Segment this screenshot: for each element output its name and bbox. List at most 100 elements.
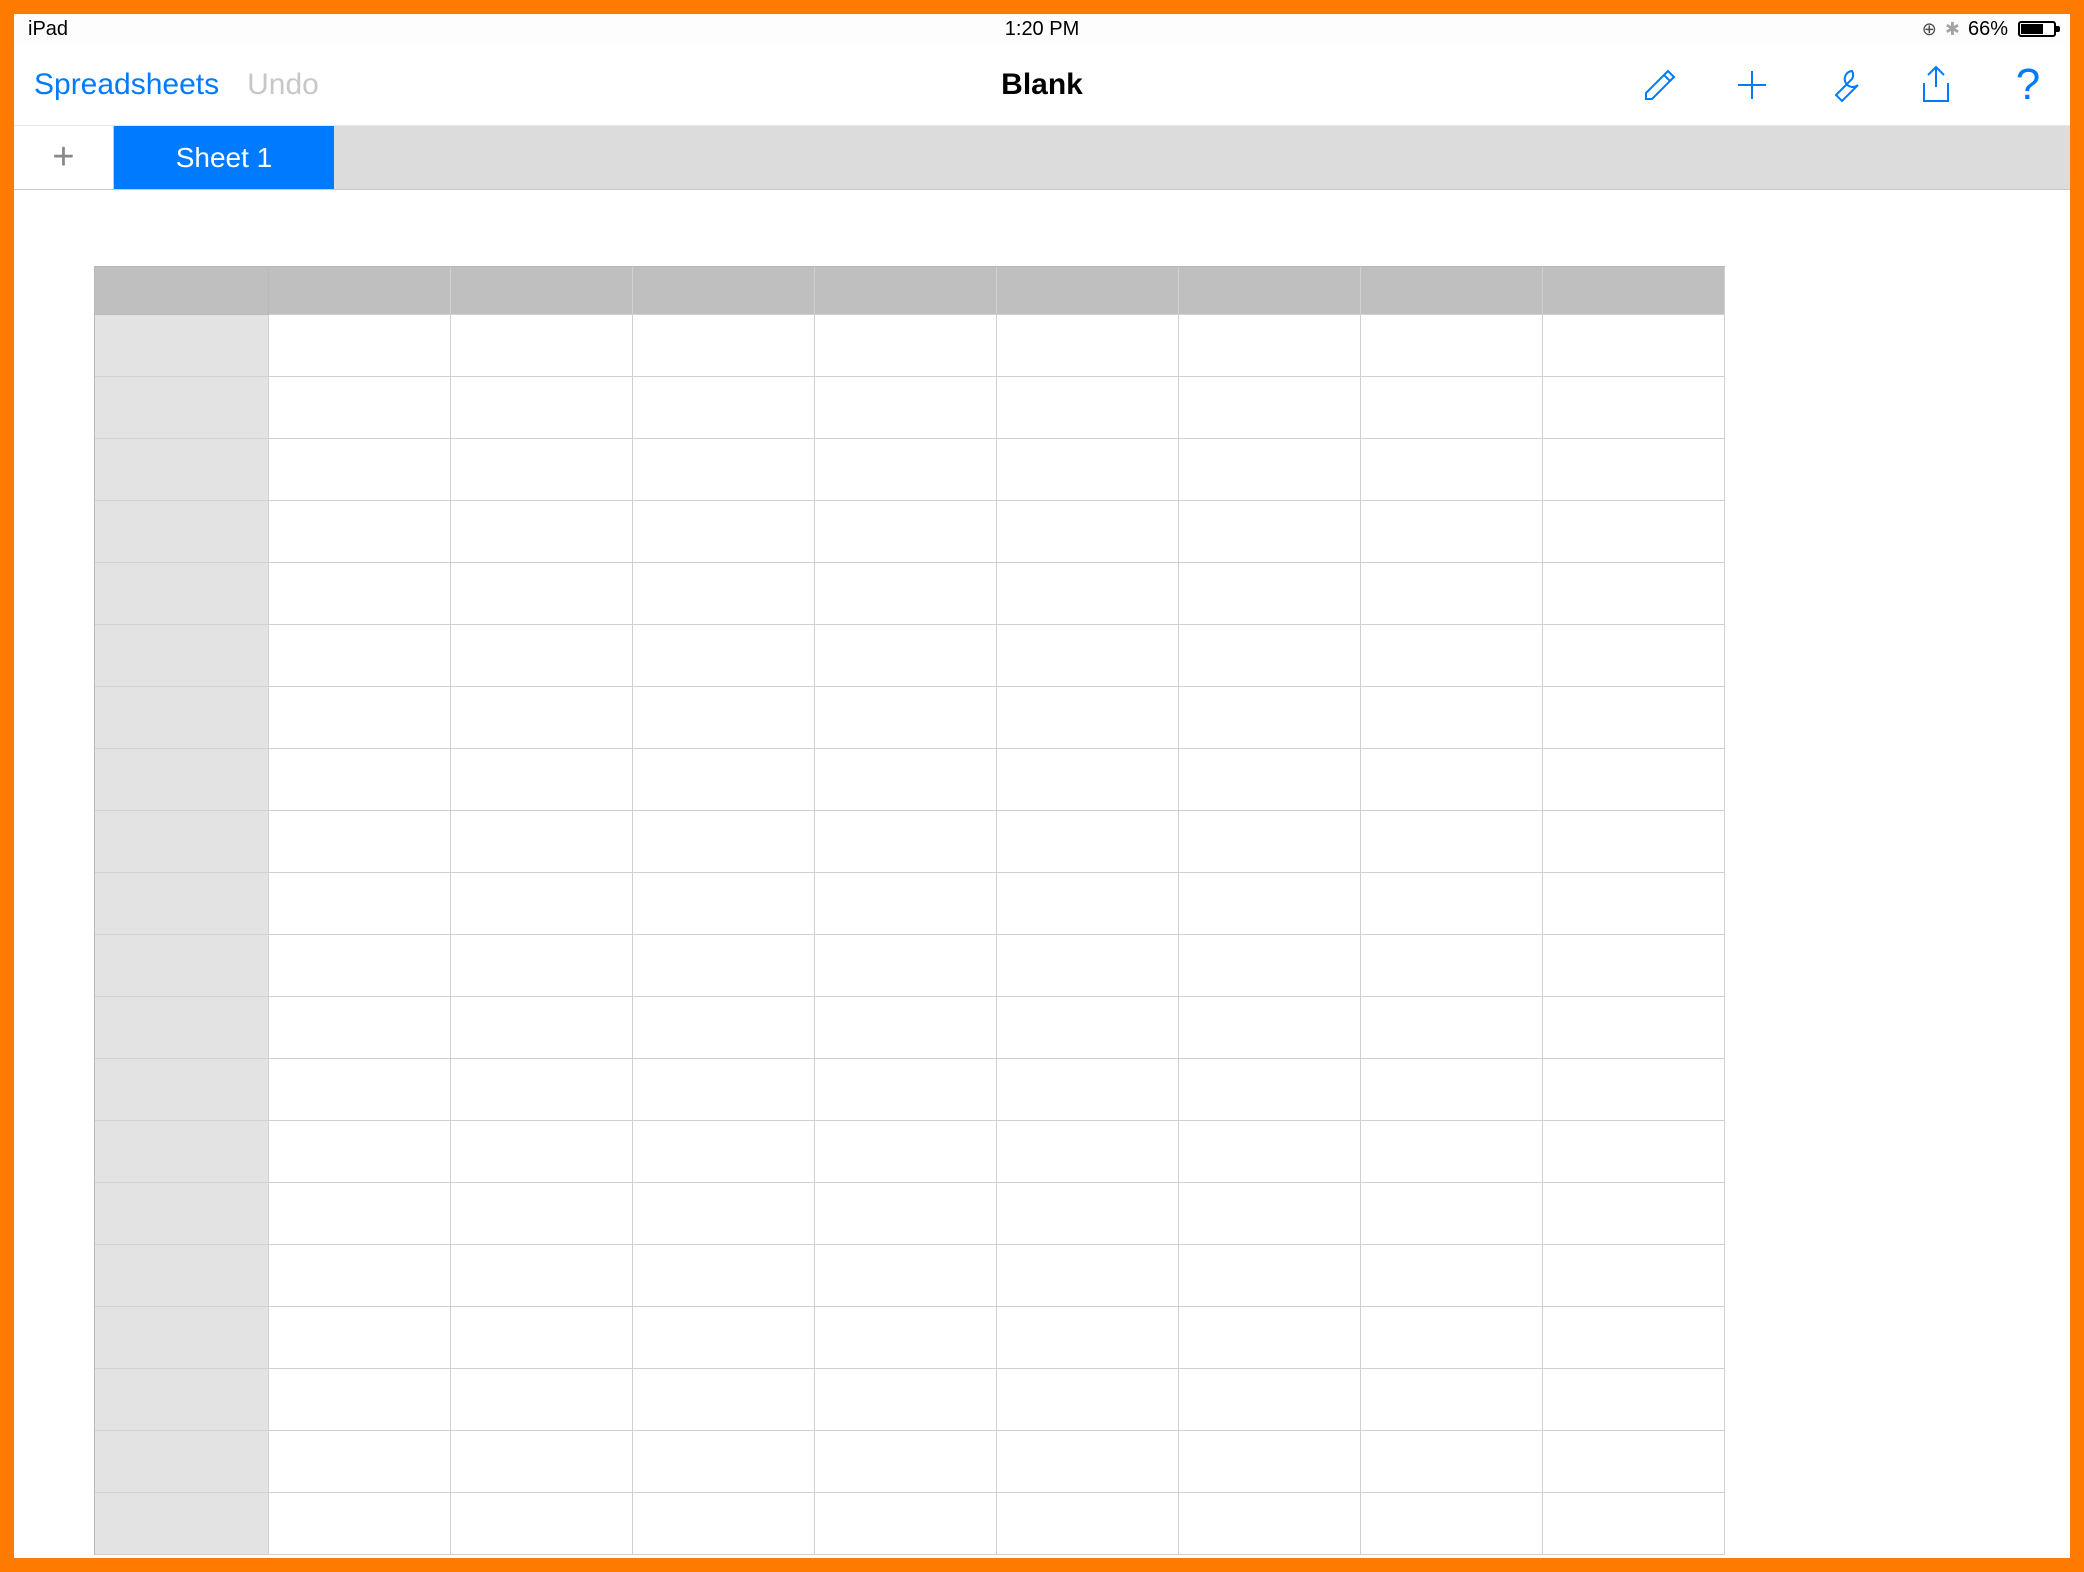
sheet-tab-1[interactable]: Sheet 1 <box>114 126 334 189</box>
cell[interactable] <box>997 1183 1179 1245</box>
row-header[interactable] <box>95 315 269 377</box>
cell[interactable] <box>269 625 451 687</box>
cell[interactable] <box>1179 1121 1361 1183</box>
cell[interactable] <box>815 1493 997 1555</box>
cell[interactable] <box>997 439 1179 501</box>
cell[interactable] <box>997 687 1179 749</box>
cell[interactable] <box>1543 1245 1725 1307</box>
cell[interactable] <box>997 811 1179 873</box>
cell[interactable] <box>815 1059 997 1121</box>
cell[interactable] <box>815 935 997 997</box>
cell[interactable] <box>633 1431 815 1493</box>
cell[interactable] <box>633 687 815 749</box>
cell[interactable] <box>815 1307 997 1369</box>
cell[interactable] <box>1543 625 1725 687</box>
cell[interactable] <box>269 1431 451 1493</box>
cell[interactable] <box>997 749 1179 811</box>
cell[interactable] <box>1361 873 1543 935</box>
cell[interactable] <box>1361 935 1543 997</box>
row-header[interactable] <box>95 811 269 873</box>
cell[interactable] <box>1179 997 1361 1059</box>
cell[interactable] <box>633 625 815 687</box>
cell[interactable] <box>633 749 815 811</box>
cell[interactable] <box>997 1493 1179 1555</box>
cell[interactable] <box>1179 935 1361 997</box>
cell[interactable] <box>451 811 633 873</box>
cell[interactable] <box>997 501 1179 563</box>
cell[interactable] <box>1361 1183 1543 1245</box>
cell[interactable] <box>451 563 633 625</box>
cell[interactable] <box>269 1307 451 1369</box>
cell[interactable] <box>269 1059 451 1121</box>
cell[interactable] <box>269 997 451 1059</box>
cell[interactable] <box>1543 315 1725 377</box>
cell[interactable] <box>633 1493 815 1555</box>
cell[interactable] <box>1179 1245 1361 1307</box>
row-header[interactable] <box>95 1183 269 1245</box>
column-header[interactable] <box>815 267 997 315</box>
cell[interactable] <box>633 1369 815 1431</box>
cell[interactable] <box>815 997 997 1059</box>
cell[interactable] <box>1179 1059 1361 1121</box>
cell[interactable] <box>269 1369 451 1431</box>
cell[interactable] <box>451 1245 633 1307</box>
cell[interactable] <box>1361 625 1543 687</box>
row-header[interactable] <box>95 563 269 625</box>
cell[interactable] <box>451 1059 633 1121</box>
cell[interactable] <box>633 1245 815 1307</box>
cell[interactable] <box>269 749 451 811</box>
cell[interactable] <box>451 749 633 811</box>
cell[interactable] <box>1543 1183 1725 1245</box>
cell[interactable] <box>997 1369 1179 1431</box>
cell[interactable] <box>269 1245 451 1307</box>
column-header[interactable] <box>269 267 451 315</box>
spreadsheet-canvas[interactable] <box>14 190 2070 1558</box>
cell[interactable] <box>269 315 451 377</box>
share-icon[interactable] <box>1914 63 1958 107</box>
document-title[interactable]: Blank <box>1001 68 1083 102</box>
cell[interactable] <box>451 1307 633 1369</box>
column-header[interactable] <box>997 267 1179 315</box>
cell[interactable] <box>1543 1493 1725 1555</box>
column-header[interactable] <box>451 267 633 315</box>
cell[interactable] <box>997 1245 1179 1307</box>
cell[interactable] <box>633 1183 815 1245</box>
cell[interactable] <box>1179 873 1361 935</box>
cell[interactable] <box>997 315 1179 377</box>
cell[interactable] <box>633 377 815 439</box>
cell[interactable] <box>451 315 633 377</box>
row-header[interactable] <box>95 1059 269 1121</box>
row-header[interactable] <box>95 1369 269 1431</box>
cell[interactable] <box>1543 377 1725 439</box>
cell[interactable] <box>1543 873 1725 935</box>
cell[interactable] <box>1361 377 1543 439</box>
cell[interactable] <box>1179 563 1361 625</box>
cell[interactable] <box>1361 1369 1543 1431</box>
cell[interactable] <box>1179 1493 1361 1555</box>
help-icon[interactable]: ? <box>2006 63 2050 107</box>
cell[interactable] <box>1361 687 1543 749</box>
cell[interactable] <box>1543 1369 1725 1431</box>
cell[interactable] <box>1179 315 1361 377</box>
cell[interactable] <box>997 997 1179 1059</box>
cell[interactable] <box>815 1183 997 1245</box>
cell[interactable] <box>451 1121 633 1183</box>
cell[interactable] <box>1543 749 1725 811</box>
cell[interactable] <box>1361 1431 1543 1493</box>
cell[interactable] <box>1361 749 1543 811</box>
add-icon[interactable] <box>1730 63 1774 107</box>
column-header[interactable] <box>633 267 815 315</box>
cell[interactable] <box>1179 1183 1361 1245</box>
cell[interactable] <box>1543 997 1725 1059</box>
cell[interactable] <box>1543 935 1725 997</box>
cell[interactable] <box>1361 1059 1543 1121</box>
cell[interactable] <box>1361 1245 1543 1307</box>
cell[interactable] <box>269 687 451 749</box>
column-header[interactable] <box>1361 267 1543 315</box>
cell[interactable] <box>997 625 1179 687</box>
cell[interactable] <box>815 315 997 377</box>
grid-corner[interactable] <box>95 267 269 315</box>
cell[interactable] <box>815 625 997 687</box>
row-header[interactable] <box>95 935 269 997</box>
cell[interactable] <box>815 1369 997 1431</box>
